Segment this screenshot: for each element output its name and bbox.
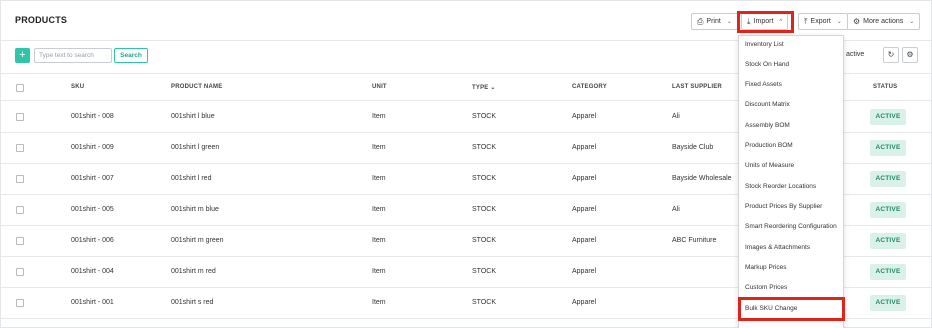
product-name-cell: 001shirt s red bbox=[171, 299, 214, 306]
category-cell: Apparel bbox=[572, 268, 597, 275]
page-title: PRODUCTS bbox=[15, 15, 68, 25]
type-cell: STOCK bbox=[472, 299, 496, 306]
unit-cell: Item bbox=[372, 113, 386, 120]
unit-cell: Item bbox=[372, 144, 386, 151]
product-name-cell: 001shirt l blue bbox=[171, 113, 215, 120]
chevron-down-icon: ⌄ bbox=[836, 19, 842, 25]
status-badge: ACTIVE bbox=[870, 202, 906, 218]
menu-item-discount-matrix[interactable]: Discount Matrix bbox=[745, 101, 790, 108]
upload-icon: ⤒ bbox=[804, 16, 808, 26]
product-name-cell: 001shirt l green bbox=[171, 144, 220, 151]
column-header-category[interactable]: CATEGORY bbox=[572, 84, 607, 90]
menu-item-production-bom[interactable]: Production BOM bbox=[745, 142, 793, 149]
row-checkbox[interactable] bbox=[16, 175, 24, 183]
import-highlight-box bbox=[737, 11, 794, 33]
row-checkbox[interactable] bbox=[16, 299, 24, 307]
export-button[interactable]: ⤒ Export ⌄ bbox=[798, 13, 848, 30]
more-actions-label: More actions bbox=[863, 18, 904, 25]
menu-item-smart-reordering-configuration[interactable]: Smart Reordering Configuration bbox=[745, 223, 837, 230]
unit-cell: Item bbox=[372, 175, 386, 182]
sku-cell: 001shirt - 008 bbox=[71, 113, 114, 120]
sku-cell: 001shirt - 006 bbox=[71, 237, 114, 244]
category-cell: Apparel bbox=[572, 175, 597, 182]
export-label: Export bbox=[810, 18, 831, 25]
column-header-status[interactable]: STATUS bbox=[873, 84, 897, 90]
unit-cell: Item bbox=[372, 206, 386, 213]
row-checkbox[interactable] bbox=[16, 113, 24, 121]
column-header-type[interactable]: TYPE ⌄ bbox=[472, 84, 496, 91]
category-cell: Apparel bbox=[572, 144, 597, 151]
status-badge: ACTIVE bbox=[870, 295, 906, 311]
menu-item-stock-reorder-locations[interactable]: Stock Reorder Locations bbox=[745, 183, 816, 190]
menu-item-custom-prices[interactable]: Custom Prices bbox=[745, 284, 787, 291]
gear-icon: ⚙ bbox=[853, 17, 861, 26]
product-name-cell: 001shirt m blue bbox=[171, 206, 219, 213]
menu-item-stock-on-hand[interactable]: Stock On Hand bbox=[745, 61, 789, 68]
print-label: Print bbox=[706, 18, 721, 25]
print-button[interactable]: ⎙ Print ⌄ bbox=[691, 13, 738, 30]
more-actions-button[interactable]: ⚙ More actions ⌄ bbox=[847, 13, 921, 30]
printer-icon: ⎙ bbox=[697, 16, 704, 26]
column-header-unit[interactable]: UNIT bbox=[372, 84, 387, 90]
menu-item-images-attachments[interactable]: Images & Attachments bbox=[745, 244, 810, 251]
column-header-sku[interactable]: SKU bbox=[71, 84, 84, 90]
column-header-product-name[interactable]: PRODUCT NAME bbox=[171, 84, 222, 90]
supplier-cell: Ali bbox=[672, 206, 680, 213]
category-cell: Apparel bbox=[572, 237, 597, 244]
sku-cell: 001shirt - 004 bbox=[71, 268, 114, 275]
column-header-last-supplier[interactable]: LAST SUPPLIER bbox=[672, 84, 722, 90]
type-header-label: TYPE bbox=[472, 85, 489, 91]
menu-item-units-of-measure[interactable]: Units of Measure bbox=[745, 162, 794, 169]
product-name-cell: 001shirt m red bbox=[171, 268, 216, 275]
status-badge: ACTIVE bbox=[870, 233, 906, 249]
supplier-cell: Ali bbox=[672, 113, 680, 120]
menu-item-markup-prices[interactable]: Markup Prices bbox=[745, 264, 787, 271]
status-badge: ACTIVE bbox=[870, 109, 906, 125]
settings-gear-icon[interactable]: ⚙ bbox=[902, 47, 918, 63]
status-badge: ACTIVE bbox=[870, 140, 906, 156]
select-all-checkbox[interactable] bbox=[16, 84, 24, 92]
product-name-cell: 001shirt m green bbox=[171, 237, 224, 244]
row-checkbox[interactable] bbox=[16, 237, 24, 245]
status-badge: ACTIVE bbox=[870, 264, 906, 280]
bulk-sku-change-highlight-box bbox=[738, 297, 845, 321]
sku-cell: 001shirt - 009 bbox=[71, 144, 114, 151]
supplier-cell: Bayside Wholesale bbox=[672, 175, 732, 182]
category-cell: Apparel bbox=[572, 206, 597, 213]
supplier-cell: Bayside Club bbox=[672, 144, 714, 151]
type-cell: STOCK bbox=[472, 144, 496, 151]
sku-cell: 001shirt - 005 bbox=[71, 206, 114, 213]
chevron-down-icon: ⌄ bbox=[909, 19, 915, 25]
type-cell: STOCK bbox=[472, 175, 496, 182]
type-cell: STOCK bbox=[472, 268, 496, 275]
unit-cell: Item bbox=[372, 268, 386, 275]
chevron-down-icon: ⌄ bbox=[726, 19, 732, 25]
import-dropdown-menu: Inventory List Stock On Hand Fixed Asset… bbox=[738, 35, 844, 328]
supplier-cell: ABC Furniture bbox=[672, 237, 717, 244]
row-checkbox[interactable] bbox=[16, 144, 24, 152]
row-checkbox[interactable] bbox=[16, 206, 24, 214]
sort-down-icon: ⌄ bbox=[490, 85, 496, 91]
status-badge: ACTIVE bbox=[870, 171, 906, 187]
category-cell: Apparel bbox=[572, 113, 597, 120]
category-cell: Apparel bbox=[572, 299, 597, 306]
search-input[interactable] bbox=[34, 48, 112, 63]
search-button[interactable]: Search bbox=[114, 48, 148, 63]
menu-item-inventory-list[interactable]: Inventory List bbox=[745, 41, 784, 48]
refresh-icon[interactable]: ↻ bbox=[883, 47, 899, 63]
add-product-button[interactable]: + bbox=[15, 48, 30, 63]
menu-item-product-prices-by-supplier[interactable]: Product Prices By Supplier bbox=[745, 203, 822, 210]
type-cell: STOCK bbox=[472, 237, 496, 244]
menu-item-fixed-assets[interactable]: Fixed Assets bbox=[745, 81, 782, 88]
row-checkbox[interactable] bbox=[16, 268, 24, 276]
sku-cell: 001shirt - 007 bbox=[71, 175, 114, 182]
unit-cell: Item bbox=[372, 299, 386, 306]
product-name-cell: 001shirt l red bbox=[171, 175, 212, 182]
menu-item-assembly-bom[interactable]: Assembly BOM bbox=[745, 122, 790, 129]
sku-cell: 001shirt - 001 bbox=[71, 299, 114, 306]
type-cell: STOCK bbox=[472, 113, 496, 120]
unit-cell: Item bbox=[372, 237, 386, 244]
products-panel: PRODUCTS ⎙ Print ⌄ ⤓ Import ^ ⤒ Export ⌄… bbox=[0, 0, 932, 328]
type-cell: STOCK bbox=[472, 206, 496, 213]
